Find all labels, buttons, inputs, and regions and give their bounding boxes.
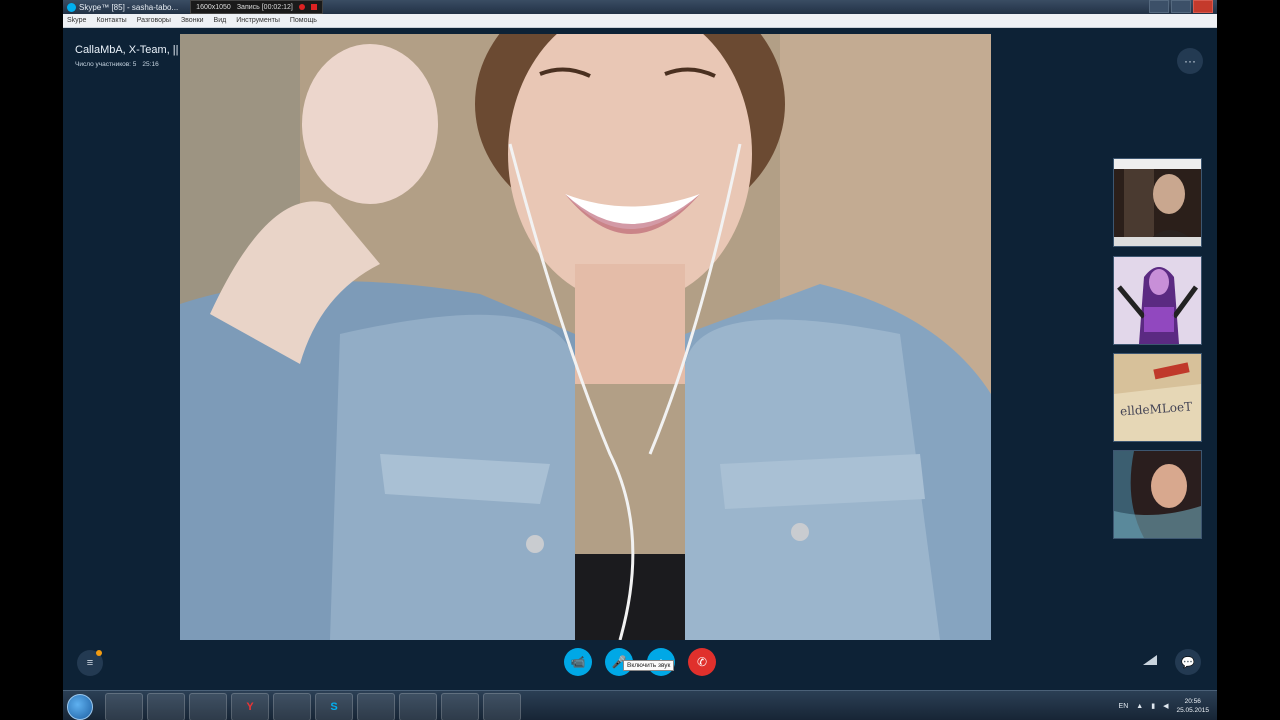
volume-icon[interactable]: ◀: [1163, 702, 1168, 710]
chrome-taskbar-icon[interactable]: [273, 693, 311, 720]
participant-thumbnail-3[interactable]: elldeMLoeT: [1113, 353, 1202, 442]
language-indicator[interactable]: EN: [1119, 703, 1129, 710]
network-icon[interactable]: ▮: [1151, 702, 1155, 710]
record-icon[interactable]: [298, 4, 305, 10]
yandex-taskbar-icon[interactable]: Y: [231, 693, 269, 720]
yandex-icon: Y: [246, 701, 254, 713]
tray-arrow-icon[interactable]: ▲: [1136, 703, 1143, 710]
call-duration: 25:16: [142, 61, 159, 68]
maximize-button[interactable]: [1171, 0, 1191, 13]
hang-up-icon: ✆: [696, 655, 708, 669]
menu-contacts[interactable]: Контакты: [96, 17, 126, 24]
call-menu-button[interactable]: ≡: [77, 650, 103, 676]
skype-icon: S: [330, 701, 338, 713]
app-taskbar-icon-1[interactable]: [357, 693, 395, 720]
participant-count: Число участников: 5: [75, 61, 137, 68]
screen-recorder-bar[interactable]: 1600x1050 Запись [00:02:12]: [190, 0, 323, 14]
stop-icon[interactable]: [310, 4, 317, 10]
menu-skype[interactable]: Skype: [67, 17, 86, 24]
menu-help[interactable]: Помощь: [290, 17, 317, 24]
resolution-label: 1600x1050: [196, 3, 231, 11]
menu-bar: Skype Контакты Разговоры Звонки Вид Инст…: [63, 14, 1217, 28]
participant-2-avatar: [1114, 257, 1201, 344]
participant-4-avatar: [1114, 451, 1201, 538]
explorer-taskbar-icon[interactable]: [105, 693, 143, 720]
menu-calls[interactable]: Звонки: [181, 17, 204, 24]
chat-button[interactable]: 💬: [1175, 649, 1201, 675]
recording-label: Запись [00:02:12]: [236, 3, 293, 11]
media-player-taskbar-icon[interactable]: [147, 693, 185, 720]
end-call-button[interactable]: ✆: [688, 648, 716, 676]
participant-thumbnail-1[interactable]: [1113, 158, 1202, 247]
close-button[interactable]: [1193, 0, 1213, 13]
browser-taskbar-icon[interactable]: [189, 693, 227, 720]
video-toggle-button[interactable]: 📹: [564, 648, 592, 676]
clock[interactable]: 20:56 25.05.2015: [1176, 697, 1209, 715]
more-options-button[interactable]: ···: [1177, 48, 1203, 74]
ellipsis-icon: ···: [1184, 54, 1196, 68]
app-title-text: Skype™ [85] - sasha-tabo...: [79, 2, 179, 12]
menu-tools[interactable]: Инструменты: [236, 17, 280, 24]
menu-icon: ≡: [86, 657, 94, 669]
chat-bubble-icon: 💬: [1181, 656, 1195, 669]
signal-strength-icon[interactable]: [1143, 655, 1157, 665]
skype-taskbar-icon[interactable]: S: [315, 693, 353, 720]
participant-1-avatar: [1114, 159, 1201, 246]
participant-3-avatar: [1114, 354, 1201, 441]
windows-taskbar: Y S EN ▲ ▮ ◀ 20:56 25.05.2015: [63, 690, 1217, 720]
recorder-taskbar-icon[interactable]: [483, 693, 521, 720]
skype-window: Skype™ [85] - sasha-tabo... 1600x1050 За…: [63, 0, 1217, 720]
chrome-taskbar-icon-2[interactable]: [441, 693, 479, 720]
menu-conversations[interactable]: Разговоры: [137, 17, 171, 24]
clock-date: 25.05.2015: [1176, 707, 1209, 714]
app-taskbar-icon-2[interactable]: [399, 693, 437, 720]
clock-time: 20:56: [1184, 698, 1201, 705]
skype-logo-icon: [67, 2, 76, 12]
app-title[interactable]: Skype™ [85] - sasha-tabo...: [63, 0, 182, 14]
unmute-tooltip: Включить звук: [623, 660, 675, 671]
participant-thumbnail-2[interactable]: [1113, 256, 1202, 345]
notification-dot: [96, 650, 102, 656]
video-camera-icon: 📹: [570, 655, 586, 669]
window-controls: [1149, 0, 1213, 13]
menu-view[interactable]: Вид: [214, 17, 227, 24]
start-button[interactable]: [67, 694, 93, 720]
minimize-button[interactable]: [1149, 0, 1169, 13]
video-frame-illustration: [180, 34, 991, 640]
participant-thumbnail-4[interactable]: [1113, 450, 1202, 539]
title-bar: Skype™ [85] - sasha-tabo... 1600x1050 За…: [63, 0, 1217, 14]
system-tray: EN ▲ ▮ ◀ 20:56 25.05.2015: [1119, 697, 1209, 715]
main-video-feed: [180, 34, 991, 640]
